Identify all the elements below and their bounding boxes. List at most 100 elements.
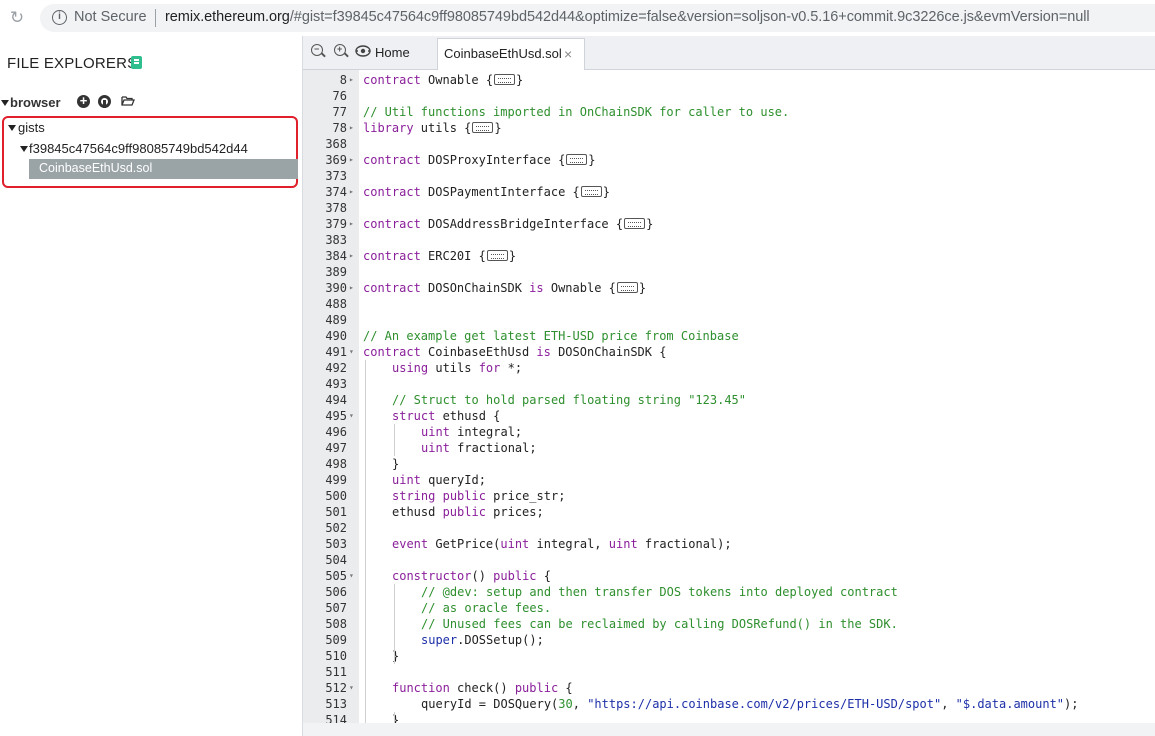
folded-code-icon[interactable] <box>566 154 588 165</box>
code-line[interactable]: 490 // An example get latest ETH-USD pric… <box>303 328 1155 344</box>
fold-collapsed-icon[interactable]: ▸ <box>349 216 357 232</box>
code-line[interactable]: 8 ▸ contract Ownable {} <box>303 72 1155 88</box>
code-line[interactable]: 368 <box>303 136 1155 152</box>
line-number: 8 <box>339 73 347 87</box>
code-line[interactable]: 78 ▸ library utils {} <box>303 120 1155 136</box>
code-line[interactable]: 77 // Util functions imported in OnChainS… <box>303 104 1155 120</box>
code-line[interactable]: 374 ▸ contract DOSPaymentInterface {} <box>303 184 1155 200</box>
code-line[interactable]: 378 <box>303 200 1155 216</box>
code-token: queryId; <box>420 473 486 487</box>
code-line[interactable]: 488 <box>303 296 1155 312</box>
fold-collapsed-icon[interactable]: ▸ <box>349 152 357 168</box>
folded-code-icon[interactable] <box>616 282 638 293</box>
close-icon[interactable]: × <box>564 46 572 62</box>
folded-code-icon[interactable] <box>580 186 602 197</box>
code-line[interactable]: 503 event GetPrice(uint integral, uint fr… <box>303 536 1155 552</box>
code-line[interactable]: 496 uint integral; <box>303 424 1155 440</box>
code-token: // Util functions imported in OnChainSDK… <box>363 105 790 119</box>
code-line[interactable]: 510} <box>303 648 1155 664</box>
folded-code-icon[interactable] <box>494 74 516 85</box>
code-line[interactable]: 507 // as oracle fees. <box>303 600 1155 616</box>
code-token: uint <box>421 425 450 439</box>
code-line[interactable]: 389 <box>303 264 1155 280</box>
code-line[interactable]: 500 string public price_str; <box>303 488 1155 504</box>
code-token: prices; <box>485 505 544 519</box>
code-line[interactable]: 509 super.DOSSetup(); <box>303 632 1155 648</box>
url-host: remix.ethereum.org <box>165 9 290 25</box>
folded-code-icon[interactable] <box>486 250 508 261</box>
fold-collapsed-icon[interactable]: ▸ <box>349 280 357 296</box>
fold-collapsed-icon[interactable]: ▸ <box>349 120 357 136</box>
code-line[interactable]: 502 <box>303 520 1155 536</box>
fold-expanded-icon[interactable]: ▾ <box>349 568 357 584</box>
reload-icon[interactable]: ↻ <box>8 9 26 27</box>
code-line[interactable]: 76 <box>303 88 1155 104</box>
url-text[interactable]: remix.ethereum.org/#gist=f39845c47564c9f… <box>165 9 1090 25</box>
code-line[interactable]: 383 <box>303 232 1155 248</box>
code-line[interactable]: 508 // Unused fees can be reclaimed by ca… <box>303 616 1155 632</box>
line-number: 504 <box>325 553 347 567</box>
code-line[interactable]: 491 ▾ contract CoinbaseEthUsd is DOSOnChai… <box>303 344 1155 360</box>
code-line[interactable]: 390 ▸ contract DOSOnChainSDK is Ownable {} <box>303 280 1155 296</box>
code-line[interactable]: 373 <box>303 168 1155 184</box>
code-token: "$.data.amount" <box>955 697 1065 711</box>
tab-label: CoinbaseEthUsd.sol <box>444 46 562 61</box>
code-token: constructor <box>392 569 472 583</box>
code-line[interactable]: 492 using utils for *; <box>303 360 1155 376</box>
code-line[interactable]: 379 ▸ contract DOSAddressBridgeInterface {… <box>303 216 1155 232</box>
create-file-icon[interactable]: + <box>77 94 90 108</box>
security-label[interactable]: Not Secure <box>74 9 147 25</box>
code-token: integral; <box>449 425 523 439</box>
code-line[interactable]: 513 queryId = DOSQuery(30, "https://api.c… <box>303 696 1155 712</box>
line-number: 489 <box>325 313 347 327</box>
code-line[interactable]: 499 uint queryId; <box>303 472 1155 488</box>
code-line[interactable]: 498} <box>303 456 1155 472</box>
code-line[interactable]: 495 ▾ struct ethusd { <box>303 408 1155 424</box>
line-number: 508 <box>325 617 347 631</box>
code-line[interactable]: 497 uint fractional; <box>303 440 1155 456</box>
tree-file-selected[interactable]: CoinbaseEthUsd.sol <box>29 159 298 179</box>
code-token: } <box>392 457 400 471</box>
horizontal-scrollbar[interactable] <box>303 723 1155 736</box>
fold-expanded-icon[interactable]: ▾ <box>349 344 357 360</box>
code-token: public <box>442 505 486 519</box>
code-text: // An example get latest ETH-USD price f… <box>363 328 739 344</box>
code-token: check() <box>449 681 515 695</box>
code-line[interactable]: 494 // Struct to hold parsed floating str… <box>303 392 1155 408</box>
code-token: public <box>514 681 559 695</box>
code-line[interactable]: 504 <box>303 552 1155 568</box>
code-line[interactable]: 511 <box>303 664 1155 680</box>
folded-code-icon[interactable] <box>472 122 494 133</box>
fold-collapsed-icon[interactable]: ▸ <box>349 248 357 264</box>
code-line[interactable]: 505 ▾ constructor() public { <box>303 568 1155 584</box>
tab-coinbaseethusd[interactable]: CoinbaseEthUsd.sol × <box>437 38 585 71</box>
info-icon[interactable]: i <box>52 10 67 25</box>
tab-label: Home <box>375 45 410 60</box>
code-editor[interactable]: 8 ▸ contract Ownable {} 76 77// Util functio… <box>303 70 1155 736</box>
code-line[interactable]: 506 // @dev: setup and then transfer DOS … <box>303 584 1155 600</box>
code-line[interactable]: 512 ▾ function check() public { <box>303 680 1155 696</box>
line-number: 505 <box>325 569 347 583</box>
fold-expanded-icon[interactable]: ▾ <box>349 680 357 696</box>
caret-down-icon[interactable] <box>8 125 16 131</box>
code-token: } <box>646 217 654 231</box>
code-token: Ownable { <box>420 73 494 87</box>
fold-expanded-icon[interactable]: ▾ <box>349 408 357 424</box>
caret-down-icon[interactable] <box>20 146 28 152</box>
code-token: DOSPaymentInterface { <box>420 185 580 199</box>
caret-down-icon[interactable] <box>1 100 9 106</box>
github-icon[interactable] <box>98 95 111 108</box>
code-text: uint fractional; <box>421 440 537 456</box>
folded-code-icon[interactable] <box>624 218 646 229</box>
fold-collapsed-icon[interactable]: ▸ <box>349 184 357 200</box>
code-line[interactable]: 493 <box>303 376 1155 392</box>
code-line[interactable]: 489 <box>303 312 1155 328</box>
fold-collapsed-icon[interactable]: ▸ <box>349 72 357 88</box>
url-path: /#gist=f39845c47564c9ff98085749bd542d44&… <box>289 9 1090 25</box>
folder-open-icon[interactable] <box>121 95 135 109</box>
code-line[interactable]: 369 ▸ contract DOSProxyInterface {} <box>303 152 1155 168</box>
zoom-in-icon[interactable]: + <box>334 44 346 56</box>
code-line[interactable]: 384 ▸ contract ERC20I {} <box>303 248 1155 264</box>
code-line[interactable]: 501 ethusd public prices; <box>303 504 1155 520</box>
zoom-out-icon[interactable]: − <box>311 44 323 56</box>
